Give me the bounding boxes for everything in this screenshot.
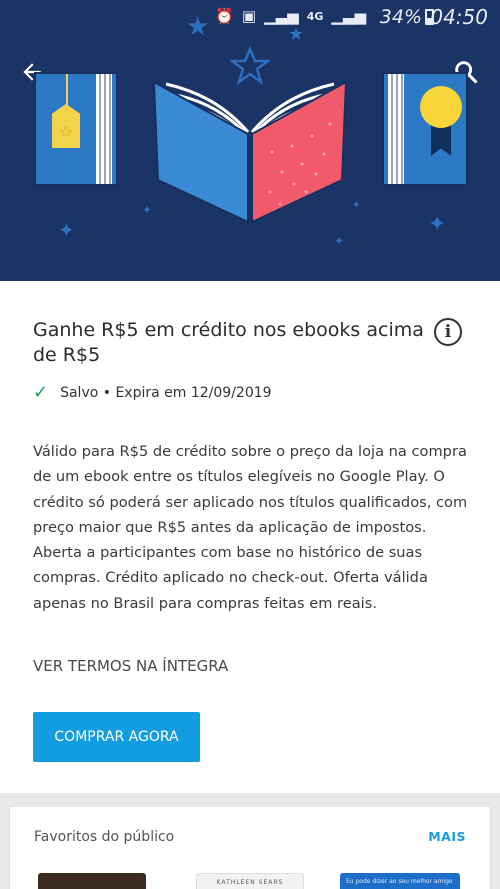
battery-percent: 34% xyxy=(379,6,422,28)
favorites-section: Favoritos do público MAIS KATHLEEN SEARS… xyxy=(10,807,490,889)
view-terms-link[interactable]: VER TERMOS NA ÍNTEGRA xyxy=(33,657,228,675)
award-seal-icon xyxy=(424,90,458,124)
star-decoration-icon: ✦ xyxy=(58,218,75,242)
status-bar: ⏰ ▣ ▁▃▅ 4G ▁▃▅ 34% 04:50 xyxy=(0,0,500,34)
sim-icon: ▣ xyxy=(241,7,257,25)
offer-status-text: Salvo • Expira em 12/09/2019 xyxy=(60,384,272,401)
star-decoration-icon: ✦ xyxy=(352,200,361,211)
book-cover-title: Eu pode dizer ao seu melhor amigo xyxy=(346,878,453,885)
info-icon: i xyxy=(444,322,452,342)
favorites-title: Favoritos do público xyxy=(34,829,175,845)
alarm-icon: ⏰ xyxy=(215,7,234,25)
open-book-illustration xyxy=(152,80,348,224)
offer-description: Válido para R$5 de crédito sobre o preço… xyxy=(33,443,468,612)
book-cover-thumbnail[interactable]: KATHLEEN SEARS xyxy=(196,873,304,889)
check-icon: ✓ xyxy=(33,382,49,403)
clock: 04:50 xyxy=(430,5,488,29)
book-cover-thumbnail[interactable]: Eu pode dizer ao seu melhor amigo xyxy=(340,873,460,889)
book-with-ribbon-illustration xyxy=(382,72,468,186)
signal-icon: ▁▃▅ xyxy=(331,7,366,25)
offer-status: ✓ Salvo • Expira em 12/09/2019 xyxy=(33,382,272,403)
network-type: 4G xyxy=(306,9,324,23)
offer-banner: ★ ★ ✦ ✦ ✦ ✦ ✦ ⏰ ▣ ▁▃▅ 4G ▁▃▅ 34% 04:50 ☆ xyxy=(0,0,500,281)
offer-title: Ganhe R$5 em crédito nos ebooks acima de… xyxy=(33,319,424,366)
book-with-tag-illustration: ☆ xyxy=(34,72,118,186)
favorites-more-link[interactable]: MAIS xyxy=(428,829,466,844)
star-decoration-icon: ✦ xyxy=(142,203,153,217)
signal-icon: ▁▃▅ xyxy=(264,7,299,25)
price-tag-icon: ☆ xyxy=(52,104,80,148)
star-decoration-icon: ✦ xyxy=(334,234,345,248)
buy-now-button[interactable]: COMPRAR AGORA xyxy=(33,712,200,762)
status-icons: ⏰ ▣ ▁▃▅ 4G ▁▃▅ xyxy=(215,7,366,25)
star-decoration-icon: ✦ xyxy=(428,212,447,237)
book-cover-author: KATHLEEN SEARS xyxy=(216,879,284,886)
info-button[interactable]: i xyxy=(434,318,462,346)
book-cover-thumbnail[interactable] xyxy=(38,873,146,889)
